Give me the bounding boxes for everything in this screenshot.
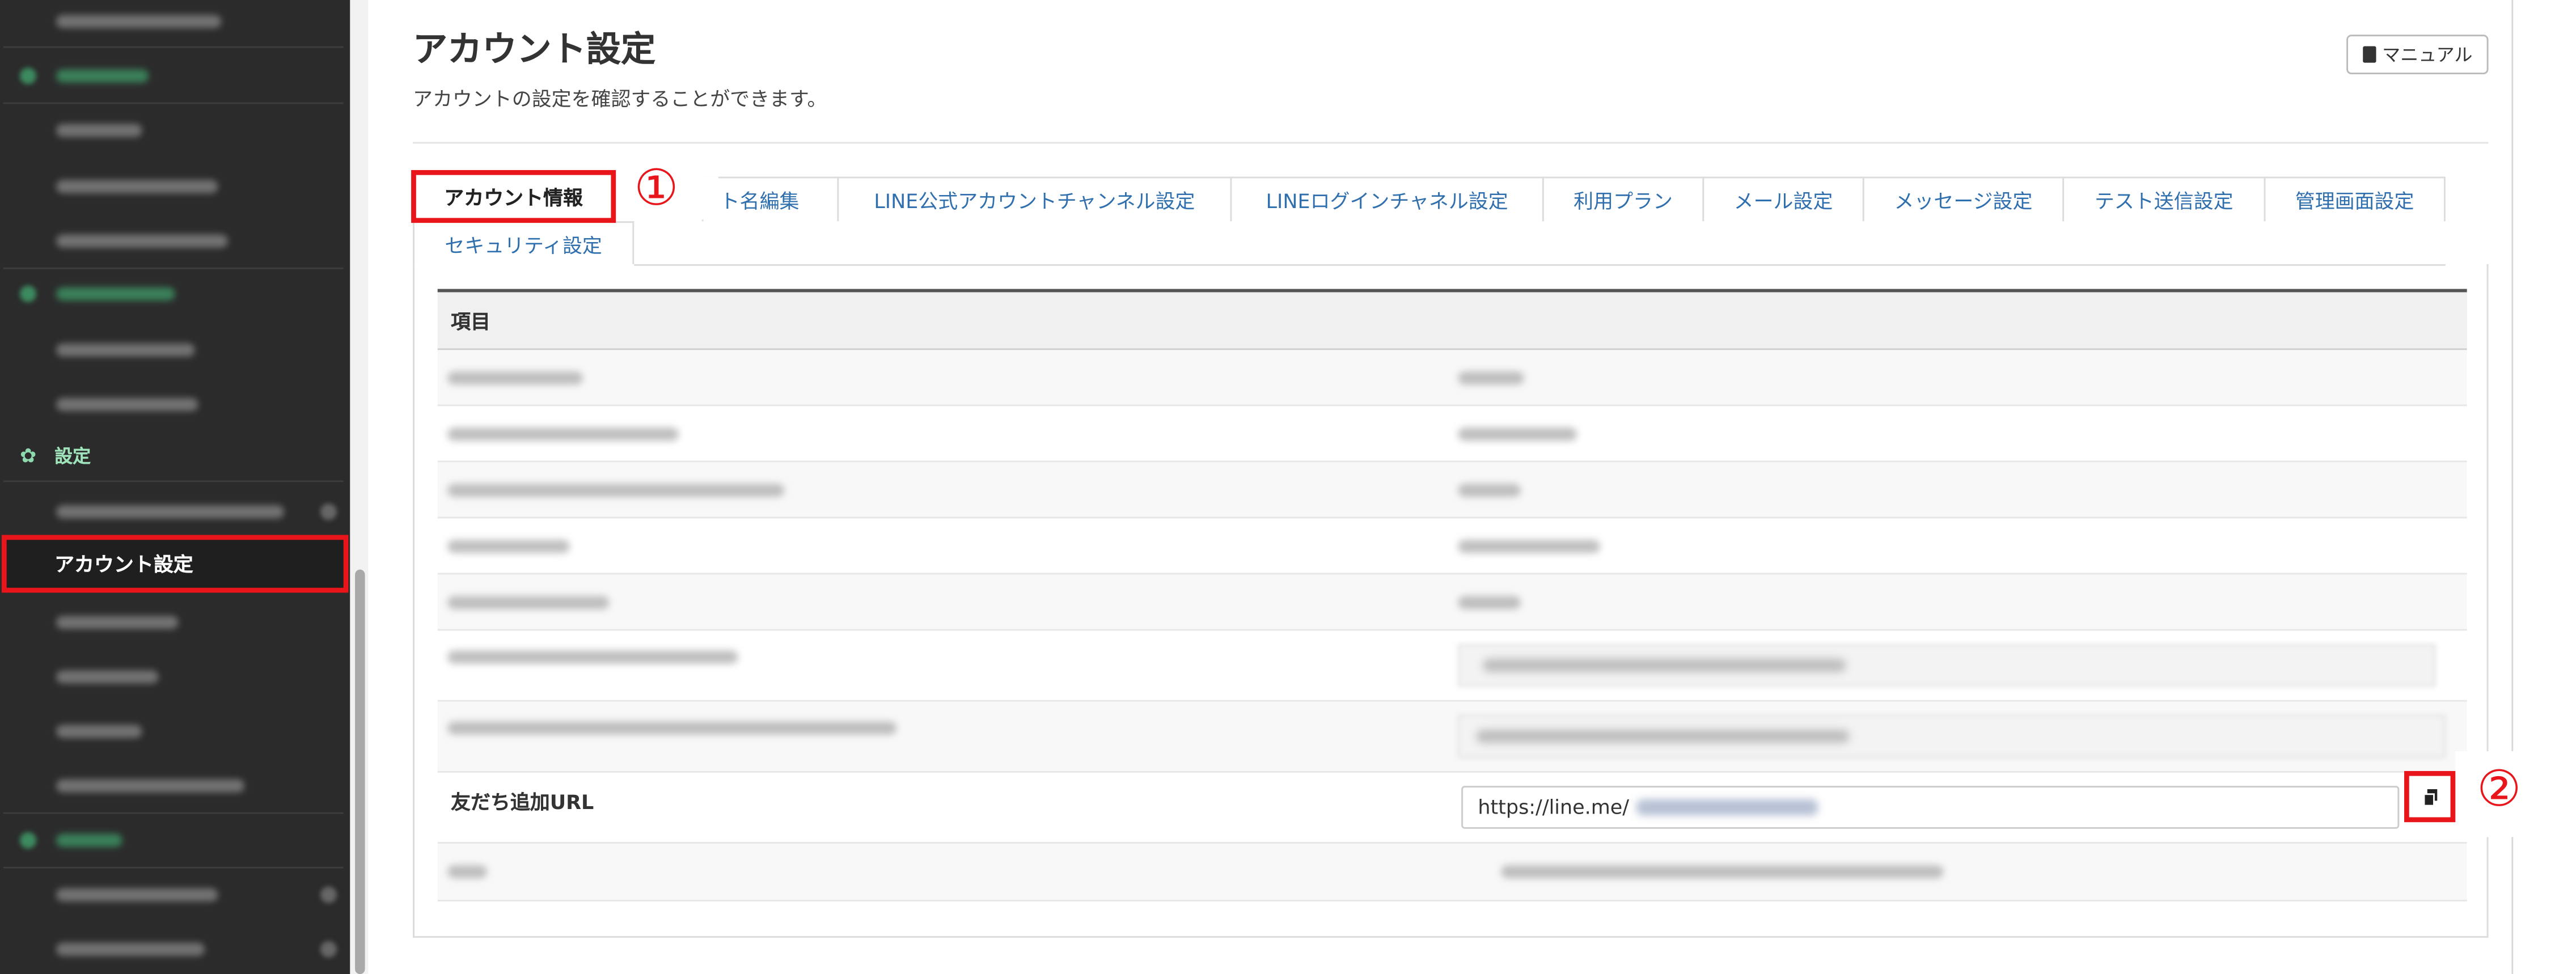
copy-icon [2422,788,2437,806]
page-title: アカウント設定 [413,29,656,70]
sidebar-item-blurred[interactable] [0,649,347,703]
table-row [437,406,2467,463]
sidebar-scrollbar-thumb[interactable] [355,569,365,974]
section-icon [19,831,37,848]
sidebar-item-blurred[interactable] [0,322,347,376]
table-row [437,574,2467,631]
table-row [437,350,2467,406]
manual-button-label: マニュアル [2382,44,2473,66]
sidebar-item-blurred[interactable] [0,594,347,649]
webhook-url-field[interactable] [1458,643,2436,687]
manual-button[interactable]: マニュアル [2346,35,2489,75]
sidebar-item-account-settings[interactable]: アカウント設定 [1,535,349,593]
badge-icon [320,886,337,903]
tab-mail-settings[interactable]: メール設定 [1702,176,1864,222]
webhook-url-field[interactable] [1458,714,2446,758]
section-icon [19,285,37,302]
table-row [437,630,2467,702]
sidebar-item-blurred[interactable] [0,376,347,431]
friend-add-url-input[interactable]: https://line.me/ [1461,786,2400,829]
tab-security-settings[interactable]: セキュリティ設定 [413,221,635,266]
tab-message-settings[interactable]: メッセージ設定 [1862,176,2065,222]
sidebar-item-blurred[interactable] [0,704,347,758]
sidebar-item-blurred[interactable] [0,484,347,538]
book-icon [2362,46,2376,63]
sidebar-item-blurred[interactable] [0,213,347,268]
sidebar-section-blurred[interactable] [0,266,347,320]
tab-line-login-channel[interactable]: LINEログインチャネル設定 [1230,176,1544,222]
sidebar-section-blurred[interactable] [0,812,347,867]
table-row [437,462,2467,519]
sidebar-section-settings[interactable]: ✿ 設定 [0,431,347,480]
header-divider [413,142,2489,144]
sidebar-item-blurred[interactable] [0,103,347,157]
sidebar-section-label: 設定 [54,446,91,468]
tab-line-official-channel[interactable]: LINE公式アカウントチャンネル設定 [837,176,1232,222]
badge-icon [320,940,337,957]
table-row [437,518,2467,575]
copy-url-button[interactable] [2404,770,2456,823]
section-icon [19,66,37,84]
tab-test-send-settings[interactable]: テスト送信設定 [2062,176,2266,222]
account-info-table: 項目 友だち追加URL https://line.me/ [437,289,2467,902]
tab-account-name-edit[interactable]: ト名編集 [701,176,839,222]
table-row [437,844,2467,902]
page-subtitle: アカウントの設定を確認することができます。 [413,87,827,111]
url-redacted-part [1635,799,1818,816]
table-row-friend-add-url: 友だち追加URL https://line.me/ [437,773,2467,844]
tab-account-info[interactable]: アカウント情報 [411,170,616,223]
sidebar-item-blurred[interactable] [0,0,347,48]
gear-icon: ✿ [19,444,37,468]
friend-add-url-value: https://line.me/ [1478,795,1630,819]
screen: ✿ 設定 アカウント設定 アカウント設定 アカウントの設定を確認することができま… [0,0,2576,974]
annotation-marker-2: ② [2477,761,2522,819]
sidebar-section-blurred[interactable] [0,48,347,102]
sidebar-item-label: アカウント設定 [54,553,193,577]
table-header: 項目 [437,289,2467,350]
sidebar-item-blurred[interactable] [0,159,347,213]
sidebar-item-blurred[interactable] [0,758,347,812]
tab-plan[interactable]: 利用プラン [1542,176,1704,222]
table-row [437,701,2467,773]
annotation-marker-1: ① [634,160,679,218]
sidebar: ✿ 設定 アカウント設定 [0,0,350,974]
sidebar-divider [3,480,344,482]
sidebar-item-blurred[interactable] [0,867,347,921]
tab-bottom-border [634,264,2446,266]
table-header-item: 項目 [451,310,490,333]
badge-icon [320,502,337,519]
friend-add-url-label: 友だち追加URL [451,790,594,814]
sidebar-item-blurred[interactable] [0,921,347,974]
tab-admin-settings[interactable]: 管理画面設定 [2264,176,2446,222]
